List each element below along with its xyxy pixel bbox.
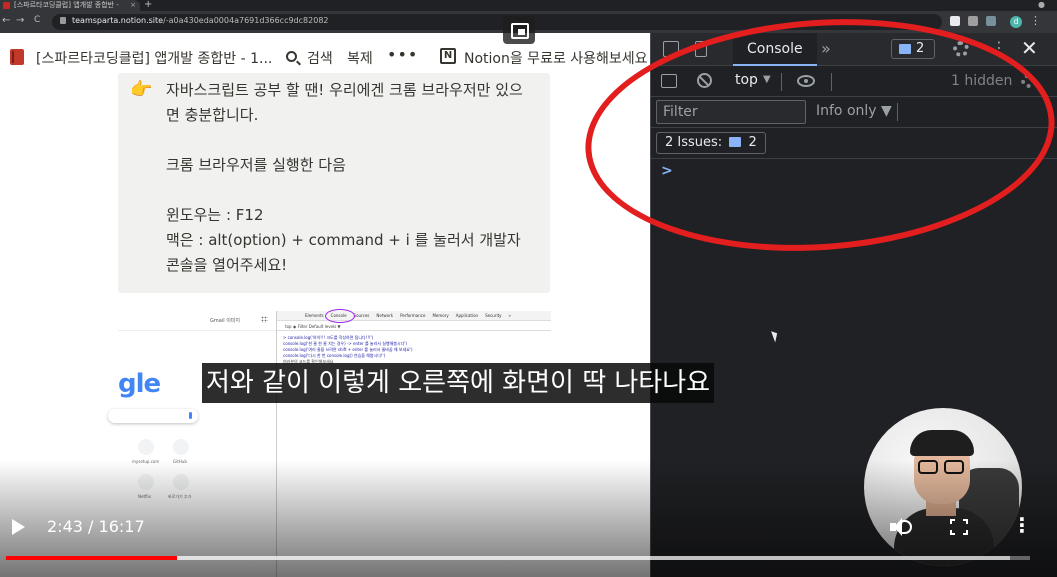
notion-logo-icon: N <box>440 48 456 64</box>
progress-played <box>6 556 177 560</box>
callout-text: 자바스크립트 공부 할 땐! 우리에겐 크롬 브라우저만 있으면 충분합니다. … <box>166 78 534 278</box>
progress-bar[interactable] <box>6 556 1030 560</box>
extensions-puzzle-icon[interactable] <box>986 16 996 26</box>
callout-line: 맥은 : alt(option) + command + i 를 눌러서 개발자… <box>166 231 521 274</box>
tab-strip: [스파르타코딩클럽] 앱개발 종합반 - × + ● <box>0 0 1057 11</box>
embedded-devtools-tabs: Elements Console Sources Network Performance… <box>277 309 551 323</box>
time-display: 2:43 / 16:17 <box>47 517 145 536</box>
more-button[interactable]: ••• <box>387 45 418 64</box>
reload-icon[interactable]: C <box>34 15 40 25</box>
tab-close-icon[interactable]: × <box>130 0 136 11</box>
google-links: Gmail 이미지 <box>210 318 240 324</box>
video-subtitle: 저와 같이 이렇게 오른쪽에 화면이 딱 나타나요 <box>202 363 715 403</box>
fullscreen-icon[interactable] <box>950 519 968 535</box>
search-button[interactable]: 검색 <box>307 48 333 68</box>
page-title[interactable]: [스파르타코딩클럽] 앱개발 종합반 - 1... <box>36 48 272 68</box>
profile-avatar[interactable]: d <box>1010 16 1022 28</box>
new-tab-button[interactable]: + <box>144 0 152 10</box>
url-text: teamsparta.notion.site/-a0a430eda0004a76… <box>72 16 329 25</box>
google-logo: gle <box>118 369 161 399</box>
close-devtools-icon[interactable]: ✕ <box>1021 36 1038 60</box>
google-search-box <box>108 409 198 423</box>
callout-line: 자바스크립트 공부 할 땐! 우리에겐 크롬 브라우저만 있으면 충분합니다. <box>166 81 523 124</box>
github-icon <box>173 439 189 455</box>
apps-grid-icon <box>261 316 268 323</box>
tab-favicon-icon <box>3 2 10 9</box>
book-icon <box>10 49 24 65</box>
callout-line: 크롬 브라우저를 실행한 다음 <box>166 156 346 174</box>
lock-icon <box>60 17 66 24</box>
google-topbar: Gmail 이미지 <box>118 311 276 331</box>
mouse-cursor-icon <box>771 329 780 343</box>
extension-icon[interactable] <box>968 16 978 26</box>
mic-icon <box>189 412 192 419</box>
duplicate-button[interactable]: 복제 <box>347 48 373 68</box>
tab-title: [스파르타코딩클럽] 앱개발 종합반 - <box>14 1 119 9</box>
screenshot: [스파르타코딩클럽] 앱개발 종합반 - × + ● ← → C teamspa… <box>0 0 1057 577</box>
pointing-hand-icon: 👉 <box>130 79 153 100</box>
play-icon[interactable] <box>12 519 25 535</box>
exit-pip-icon[interactable] <box>503 16 535 44</box>
extension-icon[interactable] <box>950 16 960 26</box>
back-icon[interactable]: ← <box>2 15 10 26</box>
try-notion-button[interactable]: Notion을 무료로 사용해보세요 <box>464 48 648 68</box>
window-controls-icon[interactable]: ● <box>1038 0 1045 9</box>
more-options-icon[interactable]: ⋮ <box>1012 513 1032 537</box>
browser-menu-icon[interactable]: ⋮ <box>1030 14 1041 27</box>
search-icon[interactable] <box>286 51 297 62</box>
callout-block: 👉 자바스크립트 공부 할 땐! 우리에겐 크롬 브라우저만 있으면 충분합니다… <box>118 73 550 293</box>
browser-tab[interactable]: [스파르타코딩클럽] 앱개발 종합반 - × <box>0 0 140 11</box>
callout-line: 윈도우는 : F12 <box>166 206 264 224</box>
console-circle-annotation <box>325 309 355 323</box>
embedded-console-toolbar: top ◉ Filter Default levels ▼ <box>277 322 551 331</box>
shortcut-icon <box>138 439 154 455</box>
forward-icon[interactable]: → <box>16 15 24 26</box>
